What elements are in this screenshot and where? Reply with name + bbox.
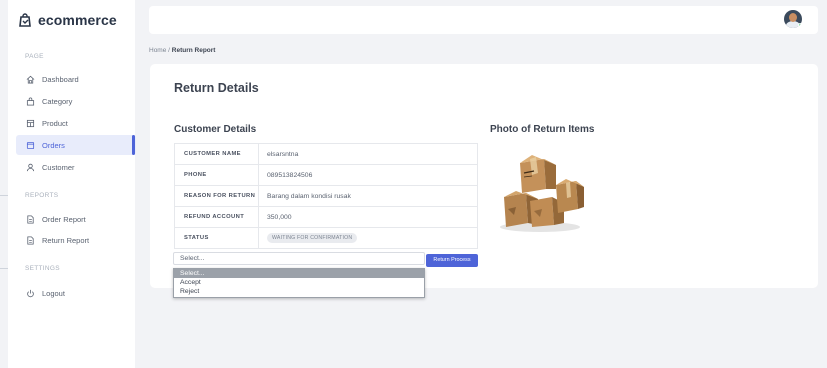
select-option-reject[interactable]: Reject: [174, 287, 424, 296]
section-divider: [0, 195, 8, 196]
sidebar-item-label: Category: [42, 96, 73, 106]
sidebar-item-label: Return Report: [42, 235, 90, 245]
sidebar-item-product[interactable]: Product: [16, 113, 136, 133]
table-row: CUSTOMER NAME elsarsntna: [174, 143, 478, 165]
select-option-placeholder[interactable]: Select...: [174, 269, 424, 278]
home-icon: [26, 75, 35, 84]
user-icon: [26, 163, 35, 171]
detail-key: PHONE: [174, 164, 259, 186]
sidebar-item-label: Product: [42, 118, 68, 128]
breadcrumb-home[interactable]: Home: [149, 47, 166, 54]
detail-value: WAITING FOR CONFIRMATION: [258, 227, 478, 249]
sidebar: ecommerce PAGE Dashboard Category Produc…: [0, 0, 136, 368]
sidebar-item-dashboard[interactable]: Dashboard: [16, 69, 136, 89]
top-bar: [149, 6, 818, 34]
document-icon: [27, 235, 34, 245]
active-indicator: [132, 135, 135, 155]
breadcrumb-separator: /: [168, 47, 170, 54]
bag-icon: [26, 97, 35, 106]
power-icon: [27, 289, 34, 297]
sidebar-item-label: Order Report: [42, 214, 86, 224]
orders-icon: [26, 141, 35, 149]
photo-section-title: Photo of Return Items: [490, 124, 595, 135]
table-row: PHONE 089513824506: [174, 164, 478, 186]
sidebar-item-orders[interactable]: Orders: [16, 135, 136, 155]
detail-value: elsarsntna: [258, 143, 478, 165]
sidebar-item-order-report[interactable]: Order Report: [16, 209, 136, 229]
section-divider: [0, 268, 8, 269]
page-title: Return Details: [174, 81, 259, 95]
section-label-page: PAGE: [25, 53, 44, 60]
document-icon: [27, 214, 34, 224]
detail-key: REFUND ACCOUNT: [174, 206, 259, 228]
sidebar-item-return-report[interactable]: Return Report: [16, 230, 136, 250]
product-box-icon: [26, 119, 35, 127]
sidebar-item-label: Logout: [42, 288, 65, 298]
select-option-accept[interactable]: Accept: [174, 278, 424, 287]
detail-key: REASON FOR RETURN: [174, 185, 259, 207]
shopping-bag-logo-icon: [19, 13, 31, 27]
customer-details-table: CUSTOMER NAME elsarsntna PHONE 089513824…: [174, 143, 478, 249]
sidebar-item-category[interactable]: Category: [16, 91, 136, 111]
user-avatar[interactable]: [784, 10, 802, 28]
sidebar-item-label: Dashboard: [42, 74, 79, 84]
sidebar-item-logout[interactable]: Logout: [16, 283, 136, 303]
detail-key: STATUS: [174, 227, 259, 249]
breadcrumb-current: Return Report: [171, 47, 216, 54]
section-label-settings: SETTINGS: [25, 265, 60, 272]
return-items-photo: [500, 155, 584, 232]
status-select[interactable]: Select...: [173, 252, 425, 265]
online-status-dot: [798, 23, 802, 28]
detail-value: 350,000: [258, 206, 478, 228]
brand-name: ecommerce: [38, 12, 117, 28]
detail-key: CUSTOMER NAME: [174, 143, 259, 165]
return-process-button[interactable]: Return Process: [426, 254, 478, 267]
detail-value: 089513824506: [258, 164, 478, 186]
sidebar-item-label: Orders: [42, 140, 65, 150]
brand-logo[interactable]: ecommerce: [18, 11, 117, 29]
customer-details-title: Customer Details: [174, 124, 257, 135]
breadcrumb: Home / Return Report: [149, 47, 215, 54]
section-label-reports: REPORTS: [25, 192, 59, 199]
sidebar-item-customer[interactable]: Customer: [16, 157, 136, 177]
table-row: STATUS WAITING FOR CONFIRMATION: [174, 227, 478, 249]
return-details-card: Return Details Customer Details Photo of…: [150, 64, 818, 288]
detail-value: Barang dalam kondisi rusak: [258, 185, 478, 207]
status-select-options: Select... Accept Reject: [173, 268, 425, 298]
table-row: REFUND ACCOUNT 350,000: [174, 206, 478, 228]
sidebar-item-label: Customer: [42, 162, 75, 172]
status-badge: WAITING FOR CONFIRMATION: [267, 233, 358, 243]
table-row: REASON FOR RETURN Barang dalam kondisi r…: [174, 185, 478, 207]
